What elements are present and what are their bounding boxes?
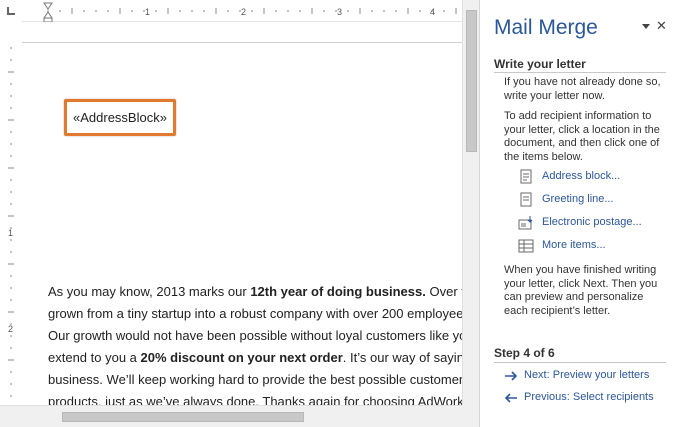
text-run: Our growth would not have been possible …: [48, 328, 462, 343]
body-text-line: grown from a tiny startup into a robust …: [48, 305, 462, 327]
ruler-number: 1: [145, 7, 150, 17]
pane-options-dropdown-icon[interactable]: [641, 22, 651, 32]
address-block-label: «AddressBlock»: [73, 110, 167, 125]
electronic-postage-link-label: Electronic postage...: [542, 216, 642, 228]
text-run: . It’s our way of saying thanks for your: [342, 350, 462, 365]
scroll-corner-left: [0, 405, 22, 427]
close-icon[interactable]: ✕: [656, 18, 667, 34]
text-run: business. We’ll keep working hard to pro…: [48, 372, 462, 387]
body-text-line: business. We’ll keep working hard to pro…: [48, 371, 462, 393]
step-indicator: Step 4 of 6: [494, 346, 555, 360]
address-block-icon: [520, 169, 532, 184]
text-run: grown from a tiny startup into a robust …: [48, 306, 462, 321]
previous-step-label: Previous: Select recipients: [524, 391, 654, 403]
next-step-label: Next: Preview your letters: [524, 369, 650, 381]
tab-selector[interactable]: [0, 0, 22, 22]
document-area: 1 2 3 4 1 2 «AddressBlock» As you may kn…: [0, 0, 479, 427]
instructions-text: To add recipient information to your let…: [504, 110, 660, 163]
arrow-left-icon: [504, 393, 517, 403]
text-run: extend to you a: [48, 350, 141, 365]
address-block-field[interactable]: «AddressBlock»: [64, 99, 176, 136]
horizontal-ruler[interactable]: 1 2 3 4: [22, 0, 462, 22]
more-items-link-label: More items...: [542, 239, 606, 251]
finished-text: When you have finished writing your lett…: [504, 264, 658, 317]
scroll-corner: [462, 405, 479, 427]
mail-merge-pane: Mail Merge ✕ Write your letter If you ha…: [479, 0, 679, 427]
section-heading: Write your letter: [494, 57, 586, 71]
horizontal-scrollbar[interactable]: [22, 405, 462, 427]
arrow-right-icon: [505, 371, 518, 381]
bold-text-run: 12th year of doing business.: [250, 284, 426, 299]
greeting-line-link-label: Greeting line...: [542, 193, 614, 205]
vertical-ruler-number: 1: [8, 228, 13, 238]
text-run: Over the years, we've: [429, 284, 462, 299]
ruler-number: 3: [337, 7, 342, 17]
vertical-ruler-ticks: 1 2: [6, 42, 16, 405]
step-divider: [494, 362, 666, 363]
vertical-ruler[interactable]: 1 2: [0, 22, 22, 405]
ruler-number: 2: [241, 7, 246, 17]
first-line-indent-marker[interactable]: [43, 2, 53, 10]
address-block-link-label: Address block...: [542, 170, 621, 182]
intro-text: If you have not already done so, write y…: [504, 76, 661, 102]
vertical-scroll-thumb[interactable]: [466, 10, 477, 152]
greeting-line-icon: [520, 192, 532, 207]
horizontal-scroll-thumb[interactable]: [62, 412, 304, 422]
vertical-scrollbar[interactable]: [462, 0, 479, 405]
more-items-icon: [518, 239, 534, 253]
vertical-ruler-number: 2: [8, 324, 13, 334]
ruler-ticks: 1 2 3 4: [43, 2, 457, 22]
pane-title: Mail Merge: [494, 16, 598, 39]
electronic-postage-icon: [518, 216, 533, 230]
left-tab-icon: [7, 7, 15, 15]
letter-body[interactable]: As you may know, 2013 marks our 12th yea…: [48, 283, 488, 415]
hanging-indent-marker[interactable]: [43, 11, 53, 19]
bold-text-run: 20% discount on your next order: [140, 350, 343, 365]
section-divider: [494, 72, 666, 73]
body-text-line: extend to you a 20% discount on your nex…: [48, 349, 462, 371]
ruler-number: 4: [430, 7, 435, 17]
body-text-line: As you may know, 2013 marks our 12th yea…: [48, 283, 462, 305]
text-run: As you may know, 2013 marks our: [48, 284, 251, 299]
body-text-line: Our growth would not have been possible …: [48, 327, 462, 349]
